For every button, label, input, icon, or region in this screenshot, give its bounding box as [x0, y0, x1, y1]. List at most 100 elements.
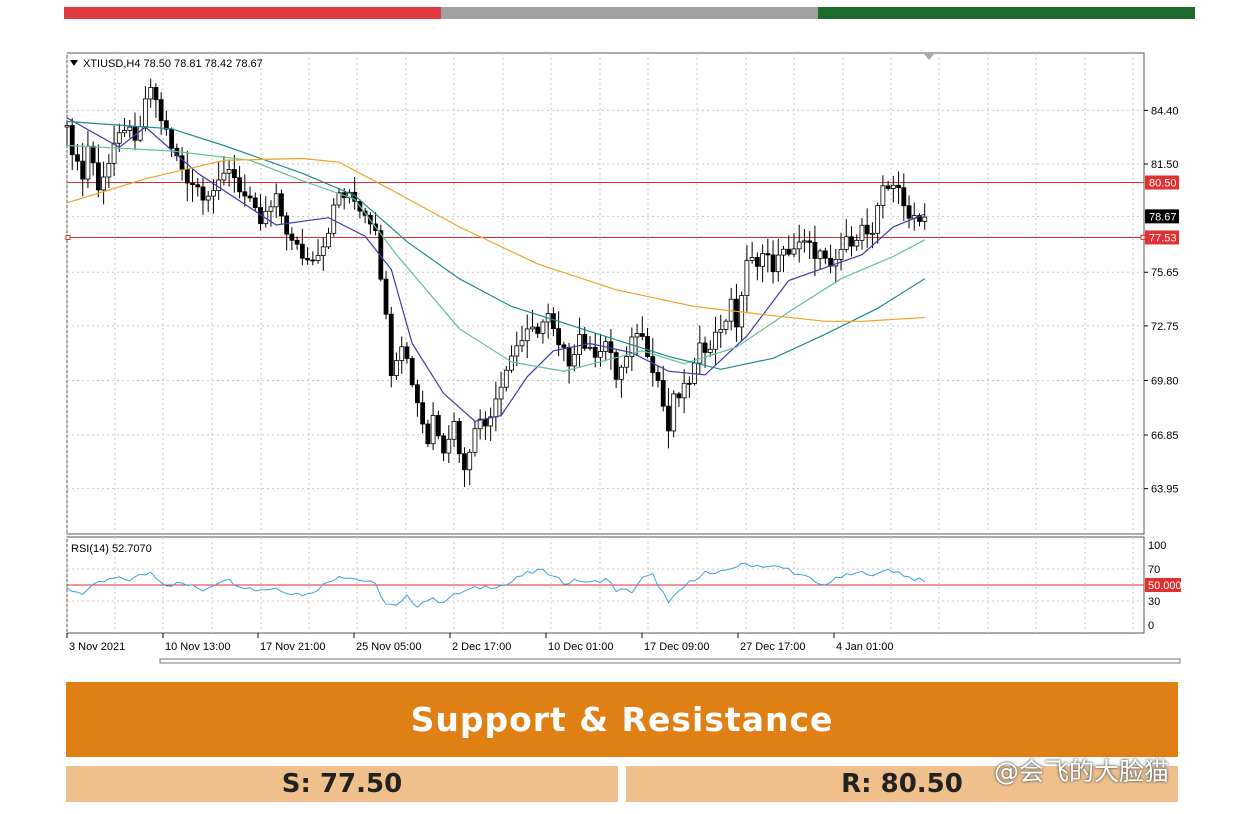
candle-body	[744, 260, 750, 296]
candle-body	[326, 232, 331, 248]
candle-body	[415, 384, 420, 404]
candle-body	[760, 253, 765, 267]
candle-body	[231, 169, 237, 179]
candle-body	[618, 366, 624, 380]
candle-body	[388, 313, 394, 376]
candle-body	[237, 177, 242, 193]
candle-body	[739, 295, 745, 328]
candle-body	[686, 382, 692, 385]
candle-body	[535, 326, 541, 334]
candle-body	[252, 197, 258, 208]
candle-body	[503, 369, 509, 388]
candle-body	[786, 248, 792, 255]
candle-body	[822, 250, 828, 259]
candle-body	[582, 333, 588, 349]
candle-body	[540, 321, 546, 334]
candle-body	[550, 313, 556, 329]
candle-body	[587, 346, 593, 349]
candle-body	[148, 86, 154, 100]
candle-body	[451, 421, 457, 440]
candle-body	[95, 162, 101, 191]
candle-body	[781, 248, 786, 256]
time-axis: 3 Nov 2021 10 Nov 13:00 17 Nov 21:00 25 Nov…	[66, 633, 894, 653]
rsi-label: RSI(14) 52.7070	[71, 543, 152, 555]
y-tick-label: 63.95	[1151, 484, 1179, 496]
candle-body	[796, 241, 802, 250]
candle-body	[514, 345, 520, 357]
candle-body	[226, 169, 232, 174]
candle-body	[624, 356, 630, 368]
candle-body	[216, 179, 222, 192]
candle-body	[310, 259, 316, 262]
candle-body	[472, 428, 478, 453]
candle-body	[221, 172, 227, 181]
candle-body	[655, 372, 661, 381]
level-tag-label: 80.50	[1149, 178, 1177, 190]
candle-body	[294, 239, 300, 245]
candle-body	[289, 233, 295, 241]
candle-body	[122, 130, 127, 134]
candle-body	[754, 257, 760, 267]
candle-body	[404, 346, 410, 359]
candle-body	[906, 205, 912, 219]
candle-body	[817, 250, 823, 259]
candle-body	[577, 333, 582, 355]
candle-body	[101, 176, 107, 191]
candle-body	[838, 249, 844, 260]
candle-body	[446, 438, 452, 454]
candle-body	[870, 232, 875, 235]
candle-body	[456, 421, 462, 455]
candle-body	[242, 191, 248, 197]
candle-body	[137, 126, 143, 141]
candle-body	[211, 190, 216, 197]
candle-body	[571, 354, 577, 367]
candle-body	[713, 331, 718, 350]
candle-body	[561, 344, 567, 348]
y-tick-label: 81.50	[1151, 159, 1179, 171]
y-tick-label: 66.85	[1151, 430, 1179, 442]
candle-body	[247, 195, 253, 199]
candle-body	[702, 342, 708, 353]
candle-body	[707, 348, 713, 353]
level-handle	[65, 234, 71, 240]
y-tick-label: 75.65	[1151, 267, 1179, 279]
candle-body	[462, 453, 467, 471]
candle-body	[190, 182, 195, 186]
candle-body	[770, 254, 776, 273]
candle-body	[409, 358, 415, 386]
candle-body	[634, 333, 640, 338]
candle-body	[843, 236, 849, 250]
candle-body	[639, 333, 645, 337]
candle-body	[315, 255, 321, 262]
candle-body	[509, 355, 514, 371]
current-price-label: 78.67	[1149, 211, 1177, 223]
candle-body	[205, 195, 211, 201]
candle-body	[922, 216, 928, 222]
candle-body	[671, 393, 677, 432]
candle-body	[498, 386, 504, 400]
candle-body	[775, 254, 781, 273]
candle-body	[749, 257, 755, 261]
support-resistance-banner: Support & Resistance	[66, 682, 1178, 757]
candle-body	[807, 240, 813, 243]
chart-title: XTIUSD,H4 78.50 78.81 78.42 78.67	[83, 58, 263, 70]
x-tick-label: 2 Dec 17:00	[452, 641, 511, 653]
candle-body	[90, 145, 96, 164]
rsi-level-label: 50.000	[1148, 580, 1182, 592]
candle-body	[493, 398, 499, 418]
candle-body	[467, 451, 473, 471]
candle-body	[64, 125, 70, 128]
candle-body	[645, 336, 650, 357]
candle-body	[425, 423, 431, 445]
candle-body	[765, 253, 771, 256]
candle-body	[849, 236, 854, 247]
candle-body	[666, 405, 671, 432]
watermark: @会飞的大脸猫	[994, 757, 1170, 786]
candle-body	[75, 154, 80, 162]
chart-scrollbar[interactable]	[159, 658, 1181, 664]
candle-body	[556, 328, 562, 346]
candle-body	[106, 162, 112, 178]
candle-body	[169, 128, 175, 149]
candle-body	[681, 382, 687, 399]
price-chart[interactable]: 80.50 77.53 84.40 81.50 78.67 75.65 72.75 69.8…	[0, 0, 1242, 680]
